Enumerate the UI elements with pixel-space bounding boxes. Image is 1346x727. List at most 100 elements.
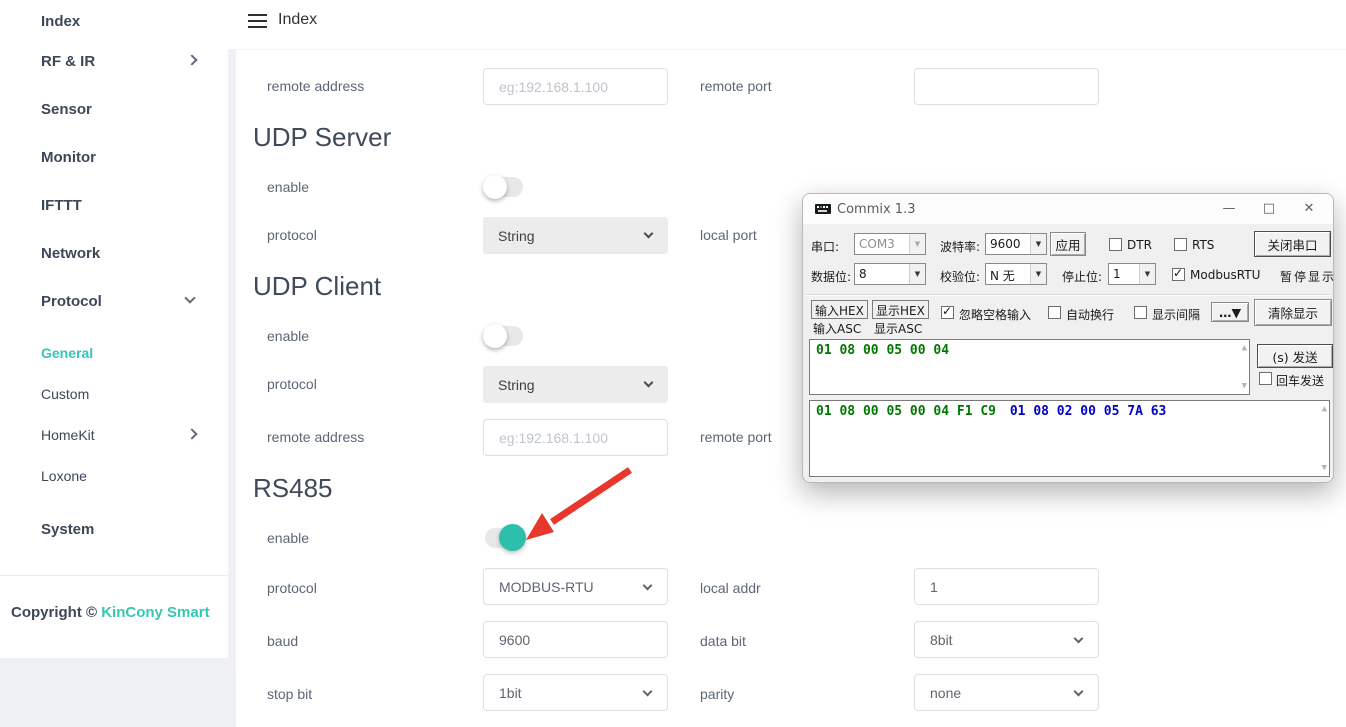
rs485-data-bit-label: data bit xyxy=(700,631,746,651)
chevron-down-icon xyxy=(643,687,653,697)
clear-display-button[interactable]: 清除显示 xyxy=(1254,299,1332,326)
show-interval-label: 显示间隔 xyxy=(1152,306,1200,323)
scroll-up-icon[interactable]: ▲ xyxy=(1242,343,1247,353)
hamburger-menu-icon[interactable] xyxy=(248,14,267,28)
remote-address-label: remote address xyxy=(267,76,364,96)
udp-client-protocol-label: protocol xyxy=(267,374,317,394)
stop-bits-combobox[interactable]: 1▼ xyxy=(1108,263,1156,285)
rs485-parity-label: parity xyxy=(700,684,734,704)
dropdown-arrow-icon: ▼ xyxy=(909,234,925,254)
rs485-data-bit-select[interactable]: 8bit xyxy=(914,621,1099,658)
auto-wrap-checkbox[interactable] xyxy=(1048,306,1061,319)
udp-server-protocol-label: protocol xyxy=(267,225,317,245)
dropdown-arrow-icon: ▼ xyxy=(1030,264,1046,284)
enter-send-checkbox[interactable] xyxy=(1259,372,1272,385)
udp-client-remote-address-label: remote address xyxy=(267,427,364,447)
commix-app-icon xyxy=(815,201,832,216)
show-asc-toggle[interactable]: 显示ASC xyxy=(874,320,922,337)
sidebar-item-sensor[interactable]: Sensor xyxy=(41,101,92,118)
chevron-down-icon xyxy=(644,378,654,388)
kincony-link[interactable]: KinCony Smart xyxy=(101,604,209,621)
show-hex-toggle[interactable]: 显示HEX xyxy=(872,300,929,319)
rs485-local-addr-input[interactable] xyxy=(914,568,1099,605)
more-options-button[interactable]: …▼ xyxy=(1211,302,1249,322)
udp-client-title: UDP Client xyxy=(253,271,381,302)
udp-server-enable-label: enable xyxy=(267,177,309,197)
rs485-enable-toggle[interactable] xyxy=(485,528,523,548)
baud-rate-label: 波特率: xyxy=(940,238,980,255)
pause-display-button[interactable]: 暂停显示 xyxy=(1280,268,1334,285)
baud-rate-combobox[interactable]: 9600▼ xyxy=(985,233,1047,255)
enter-send-label: 回车发送 xyxy=(1276,372,1324,389)
close-button[interactable]: ✕ xyxy=(1289,194,1329,224)
chevron-right-icon xyxy=(186,54,197,65)
scroll-up-icon[interactable]: ▲ xyxy=(1322,404,1327,414)
udp-client-remote-address-input[interactable] xyxy=(483,419,668,456)
remote-port-label: remote port xyxy=(700,76,772,96)
close-serial-button[interactable]: 关闭串口 xyxy=(1254,231,1331,257)
rs485-stop-bit-label: stop bit xyxy=(267,684,312,704)
minimize-button[interactable]: — xyxy=(1209,194,1249,224)
send-input-area[interactable]: 01 08 00 05 00 04 ▲ ▼ xyxy=(809,339,1250,395)
commix-title-bar[interactable]: Commix 1.3 — □ ✕ xyxy=(803,194,1333,224)
sidebar-item-index[interactable]: Index xyxy=(41,13,80,30)
remote-port-input[interactable] xyxy=(914,68,1099,105)
data-bits-combobox[interactable]: 8▼ xyxy=(854,263,926,285)
serial-port-label: 串口: xyxy=(811,238,839,255)
input-asc-toggle[interactable]: 输入ASC xyxy=(813,320,861,337)
input-hex-toggle[interactable]: 输入HEX xyxy=(811,300,868,319)
udp-server-title: UDP Server xyxy=(253,122,391,153)
sidebar-item-ifttt[interactable]: IFTTT xyxy=(41,197,82,214)
ignore-space-label: 忽略空格输入 xyxy=(959,306,1031,323)
sidebar: Index RF & IR Sensor Monitor IFTTT Netwo… xyxy=(0,0,228,658)
copyright: Copyright © KinCony Smart xyxy=(11,604,210,621)
parity-bits-combobox[interactable]: N 无▼ xyxy=(985,263,1047,285)
ignore-space-checkbox[interactable] xyxy=(941,306,954,319)
rs485-stop-bit-select[interactable]: 1bit xyxy=(483,674,668,711)
sidebar-item-protocol[interactable]: Protocol xyxy=(41,293,102,310)
sidebar-item-homekit[interactable]: HomeKit xyxy=(41,427,95,443)
udp-server-enable-toggle[interactable] xyxy=(485,177,523,197)
commix-window: Commix 1.3 — □ ✕ 串口: COM3▼ 波特率: 9600▼ 应用… xyxy=(802,193,1334,483)
udp-client-protocol-select[interactable]: String xyxy=(483,366,668,403)
maximize-button[interactable]: □ xyxy=(1249,194,1289,224)
apply-button[interactable]: 应用 xyxy=(1050,232,1086,256)
udp-server-local-port-label: local port xyxy=(700,225,757,245)
modbusrtu-checkbox[interactable] xyxy=(1172,268,1185,281)
rs485-baud-input[interactable] xyxy=(483,621,668,658)
sidebar-item-system[interactable]: System xyxy=(41,521,94,538)
output-area[interactable]: 01 08 00 05 00 04 F1 C9 01 08 02 00 05 7… xyxy=(809,400,1330,477)
dropdown-arrow-icon: ▼ xyxy=(1139,264,1155,284)
toggle-knob xyxy=(499,524,526,551)
remote-address-input[interactable] xyxy=(483,68,668,105)
udp-server-protocol-select[interactable]: String xyxy=(483,217,668,254)
separator xyxy=(806,294,1330,295)
sidebar-item-rf-ir[interactable]: RF & IR xyxy=(41,53,95,70)
sidebar-item-monitor[interactable]: Monitor xyxy=(41,149,96,166)
sidebar-item-general[interactable]: General xyxy=(41,345,93,361)
rs485-enable-label: enable xyxy=(267,528,309,548)
rs485-protocol-label: protocol xyxy=(267,578,317,598)
dtr-checkbox[interactable] xyxy=(1109,238,1122,251)
udp-client-enable-toggle[interactable] xyxy=(485,326,523,346)
sidebar-item-loxone[interactable]: Loxone xyxy=(41,468,87,484)
auto-wrap-label: 自动换行 xyxy=(1066,306,1114,323)
scroll-down-icon[interactable]: ▼ xyxy=(1322,463,1327,473)
rs485-protocol-select[interactable]: MODBUS-RTU xyxy=(483,568,668,605)
stop-bits-label: 停止位: xyxy=(1062,268,1102,285)
modbusrtu-label: ModbusRTU xyxy=(1190,268,1260,282)
rs485-parity-select[interactable]: none xyxy=(914,674,1099,711)
show-interval-checkbox[interactable] xyxy=(1134,306,1147,319)
serial-port-combobox[interactable]: COM3▼ xyxy=(854,233,926,255)
chevron-down-icon xyxy=(1074,634,1084,644)
udp-client-enable-label: enable xyxy=(267,326,309,346)
send-button[interactable]: (s) 发送 xyxy=(1257,344,1333,368)
scroll-down-icon[interactable]: ▼ xyxy=(1242,381,1247,391)
sidebar-item-network[interactable]: Network xyxy=(41,245,100,262)
rs485-title: RS485 xyxy=(253,473,333,504)
rts-label: RTS xyxy=(1192,238,1214,252)
rts-checkbox[interactable] xyxy=(1174,238,1187,251)
commix-window-title: Commix 1.3 xyxy=(837,202,915,217)
sidebar-item-custom[interactable]: Custom xyxy=(41,386,89,402)
toggle-knob xyxy=(483,175,507,199)
